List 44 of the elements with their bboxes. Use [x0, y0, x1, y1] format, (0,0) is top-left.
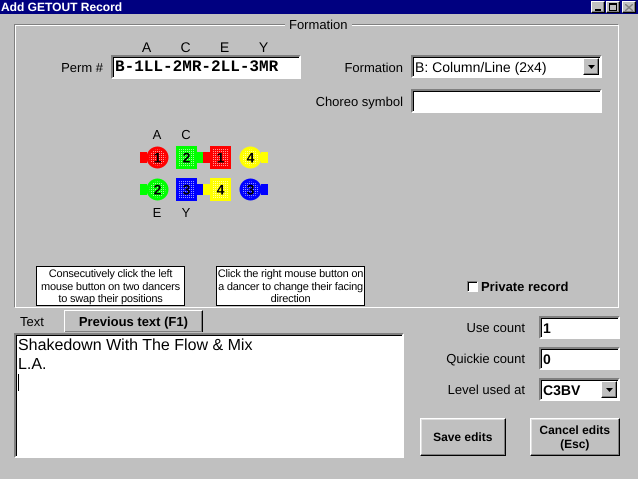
dancer-number: 3 [246, 182, 254, 198]
formation-dropdown[interactable]: B: Column/Line (2x4) [411, 55, 602, 78]
close-button[interactable] [622, 1, 636, 13]
dancer-number: 4 [216, 182, 224, 198]
position-letter: A [140, 39, 152, 55]
dancer-number: 2 [154, 182, 162, 198]
position-letter: C [181, 127, 191, 142]
window-title: Add GETOUT Record [0, 0, 124, 14]
tab[interactable]: Previous text (F1) [64, 310, 203, 332]
group-title: Formation [285, 17, 352, 32]
choreo-symbol-field[interactable] [411, 89, 602, 113]
position-letter: E [218, 39, 230, 55]
close-icon [625, 4, 633, 10]
instruction-note: Click the right mouse button on a dancer to change their facing direction [216, 266, 365, 306]
position-letter: Y [258, 39, 270, 55]
dancer-number: 1 [216, 150, 224, 166]
level-used-at-label: Level used at [446, 382, 525, 397]
use-count-field[interactable]: 1 [539, 316, 620, 339]
dancer-number: 4 [246, 150, 254, 166]
dancer-number: 2 [182, 150, 190, 166]
private-record-checkbox[interactable]: Private record [467, 278, 568, 294]
text-area[interactable]: Shakedown With The Flow & Mix L.A. [14, 333, 404, 458]
quickie-count-field[interactable]: 0 [539, 347, 620, 370]
instruction-note: Consecutively click the left mouse button on two dancers to swap their positions [36, 266, 185, 306]
dropdown-arrow-icon [588, 64, 594, 68]
text-cursor [18, 374, 19, 391]
use-count-label: Use count [465, 320, 525, 335]
save-button[interactable]: Save edits [420, 418, 506, 456]
level-dropdown[interactable]: C3BV [539, 378, 620, 401]
dancer-number: 3 [182, 182, 190, 198]
formation-label: Formation [343, 60, 403, 74]
position-letter: A [152, 127, 162, 142]
maximize-icon [609, 3, 617, 11]
cancel-button[interactable]: Cancel edits (Esc) [530, 418, 620, 456]
perm-label: Perm # [60, 60, 103, 74]
position-letter: Y [182, 205, 190, 220]
dancer-number: 1 [154, 150, 162, 166]
choreo-symbol-label: Choreo symbol [314, 94, 403, 108]
position-letter: E [152, 205, 162, 220]
quickie-count-label: Quickie count [445, 351, 525, 366]
position-letter: C [179, 39, 192, 55]
perm-field[interactable]: B-1LL-2MR-2LL-3MR [111, 55, 301, 79]
dropdown-arrow-icon [606, 388, 612, 392]
minimize-button[interactable] [591, 1, 605, 13]
